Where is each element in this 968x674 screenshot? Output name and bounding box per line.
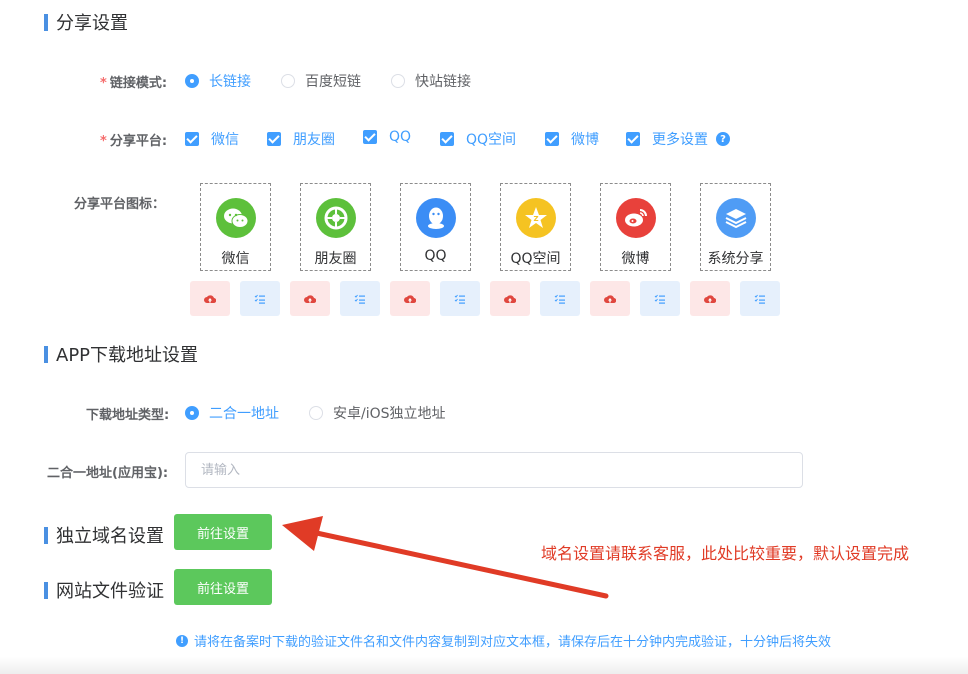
info-icon: ! bbox=[176, 634, 188, 647]
annotation-arrow bbox=[282, 516, 609, 599]
tip-text: 请将在备案时下载的验证文件名和文件内容复制到对应文本框，请保存后在十分钟内完成验… bbox=[194, 635, 832, 650]
footer-shadow bbox=[0, 657, 968, 674]
annotation-text: 域名设置请联系客服，此处比较重要，默认设置完成 bbox=[541, 544, 910, 563]
verify-tip: ! 请将在备案时下载的验证文件名和文件内容复制到对应文本框，请保存后在十分钟内完… bbox=[176, 631, 831, 650]
